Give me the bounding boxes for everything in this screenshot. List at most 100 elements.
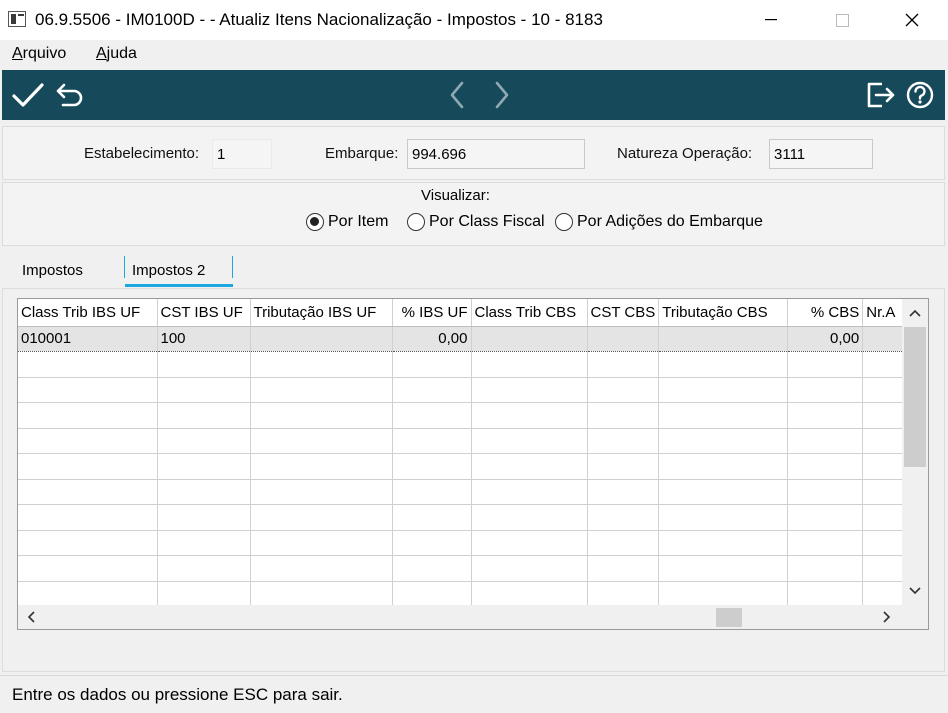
grid-cell[interactable]	[471, 530, 588, 556]
grid-cell[interactable]	[18, 504, 158, 531]
exit-button[interactable]	[862, 78, 898, 112]
grid-cell[interactable]	[157, 402, 251, 429]
undo-button[interactable]	[52, 78, 88, 112]
grid-cell[interactable]	[250, 479, 393, 505]
grid-cell[interactable]	[787, 377, 864, 403]
tab-impostos-2[interactable]: Impostos 2	[132, 262, 205, 279]
minimize-button[interactable]	[748, 0, 794, 40]
grid-cell[interactable]	[392, 428, 472, 454]
grid-cell[interactable]	[18, 351, 158, 378]
table-row[interactable]	[18, 581, 914, 607]
grid-cell[interactable]	[157, 428, 251, 454]
grid-cell[interactable]	[157, 555, 251, 582]
grid-cell[interactable]	[250, 402, 393, 429]
grid-cell[interactable]	[157, 530, 251, 556]
grid-cell[interactable]	[471, 351, 588, 378]
grid-cell[interactable]	[471, 479, 588, 505]
grid-cell[interactable]	[658, 402, 789, 429]
grid-cell[interactable]	[587, 581, 660, 607]
grid-cell[interactable]	[658, 555, 789, 582]
tab-impostos[interactable]: Impostos	[22, 262, 83, 279]
grid-cell[interactable]	[587, 504, 660, 531]
table-row[interactable]	[18, 530, 914, 556]
grid-cell[interactable]	[587, 377, 660, 403]
grid-cell[interactable]	[392, 377, 472, 403]
grid-cell[interactable]	[787, 504, 864, 531]
natureza-operacao-field[interactable]: 3111	[769, 139, 873, 169]
grid-cell[interactable]	[787, 479, 864, 505]
grid-cell[interactable]	[157, 351, 251, 378]
scroll-right-button[interactable]	[876, 606, 898, 628]
confirm-button[interactable]	[10, 78, 46, 112]
grid-cell[interactable]	[18, 530, 158, 556]
grid-cell[interactable]	[392, 581, 472, 607]
grid-cell[interactable]	[392, 402, 472, 429]
radio-por-class-fiscal[interactable]: Por Class Fiscal	[407, 213, 545, 231]
table-row[interactable]	[18, 428, 914, 454]
grid-cell[interactable]	[587, 402, 660, 429]
grid-cell[interactable]	[392, 479, 472, 505]
grid-cell[interactable]: 010001	[18, 325, 158, 352]
column-header[interactable]: % IBS UF	[392, 299, 472, 327]
table-row[interactable]	[18, 402, 914, 429]
grid-cell[interactable]	[587, 530, 660, 556]
grid-cell[interactable]	[18, 479, 158, 505]
menu-arquivo[interactable]: Arquivo	[12, 45, 66, 63]
grid-cell[interactable]	[18, 377, 158, 403]
grid-cell[interactable]	[18, 402, 158, 429]
column-header[interactable]: CST IBS UF	[157, 299, 251, 327]
grid-cell[interactable]	[587, 428, 660, 454]
grid-cell[interactable]	[658, 453, 789, 480]
table-row[interactable]	[18, 377, 914, 403]
grid-cell[interactable]	[471, 504, 588, 531]
radio-por-adicoes[interactable]: Por Adições do Embarque	[555, 213, 763, 231]
table-row[interactable]	[18, 504, 914, 531]
grid-cell[interactable]	[392, 530, 472, 556]
maximize-button[interactable]	[819, 0, 865, 40]
grid-cell[interactable]	[250, 428, 393, 454]
grid-cell[interactable]	[471, 428, 588, 454]
grid-cell[interactable]	[787, 428, 864, 454]
column-header[interactable]: Class Trib CBS	[471, 299, 588, 327]
table-row[interactable]	[18, 479, 914, 505]
grid-cell[interactable]	[392, 555, 472, 582]
grid-cell[interactable]	[471, 402, 588, 429]
menu-ajuda[interactable]: Ajuda	[96, 45, 137, 63]
grid-cell[interactable]	[471, 377, 588, 403]
vertical-scroll-thumb[interactable]	[904, 327, 926, 467]
embarque-field[interactable]: 994.696	[407, 139, 585, 169]
impostos-grid[interactable]: Class Trib IBS UF CST IBS UF Tributação …	[17, 298, 929, 630]
grid-cell[interactable]	[18, 581, 158, 607]
grid-cell[interactable]	[471, 581, 588, 607]
scroll-down-button[interactable]	[904, 580, 926, 602]
grid-cell[interactable]	[787, 581, 864, 607]
grid-cell[interactable]	[157, 453, 251, 480]
grid-cell[interactable]	[658, 325, 789, 352]
grid-cell[interactable]	[787, 402, 864, 429]
grid-cell[interactable]	[250, 581, 393, 607]
grid-cell[interactable]	[157, 479, 251, 505]
close-button[interactable]	[889, 0, 935, 40]
horizontal-scrollbar[interactable]	[18, 605, 928, 629]
grid-cell[interactable]	[587, 453, 660, 480]
grid-cell[interactable]	[787, 555, 864, 582]
grid-cell[interactable]	[18, 453, 158, 480]
grid-cell[interactable]: 100	[157, 325, 251, 352]
grid-cell[interactable]	[471, 325, 588, 352]
scroll-up-button[interactable]	[904, 302, 926, 324]
table-row[interactable]: 010001 100 0,00 0,00	[18, 325, 914, 352]
grid-cell[interactable]	[787, 530, 864, 556]
grid-cell[interactable]	[658, 479, 789, 505]
grid-cell[interactable]	[392, 504, 472, 531]
column-header[interactable]: Tributação IBS UF	[250, 299, 393, 327]
column-header[interactable]: CST CBS	[587, 299, 660, 327]
grid-cell[interactable]	[787, 351, 864, 378]
grid-cell[interactable]: 0,00	[392, 325, 472, 352]
previous-button[interactable]	[439, 78, 475, 112]
horizontal-scroll-thumb[interactable]	[716, 608, 742, 627]
grid-cell[interactable]	[157, 377, 251, 403]
grid-cell[interactable]	[250, 377, 393, 403]
grid-cell[interactable]	[250, 504, 393, 531]
help-button[interactable]	[902, 78, 938, 112]
grid-cell[interactable]	[658, 530, 789, 556]
